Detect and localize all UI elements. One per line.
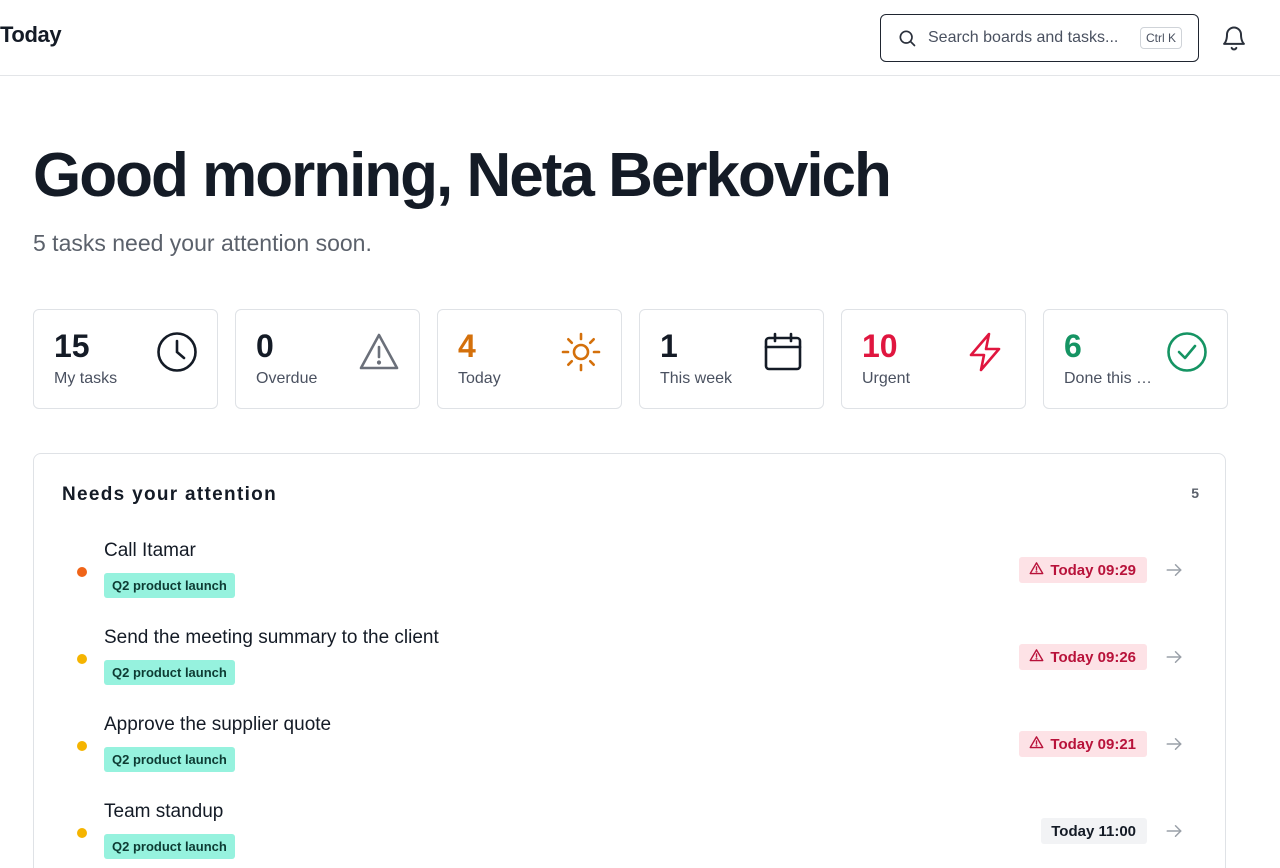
task-row[interactable]: Call Itamar Q2 product launch Today 09:2… [34, 540, 1227, 627]
stat-label: Urgent [862, 370, 911, 387]
attention-count: 5 [1191, 485, 1199, 501]
warning-icon [1029, 735, 1044, 754]
board-tag: Q2 product launch [104, 660, 235, 685]
task-row[interactable]: Approve the supplier quote Q2 product la… [34, 714, 1227, 801]
greeting-title: Good morning, Neta Berkovich [33, 141, 892, 210]
stat-label: This week [660, 370, 733, 387]
warning-icon [357, 330, 401, 374]
due-badge: Today 11:00 [1041, 818, 1147, 844]
check-circle-icon [1165, 330, 1209, 374]
task-row[interactable]: Send the meeting summary to the client Q… [34, 627, 1227, 714]
calendar-icon [761, 330, 805, 374]
stat-label: Overdue [256, 370, 318, 387]
stat-value: 0 [256, 328, 274, 364]
stat-card-my-tasks[interactable]: 15 My tasks [33, 309, 218, 409]
arrow-right-icon[interactable] [1165, 735, 1183, 753]
stat-label: Today [458, 370, 501, 387]
sun-icon [559, 330, 603, 374]
due-badge: Today 09:26 [1019, 644, 1147, 670]
stat-card-today[interactable]: 4 Today [437, 309, 622, 409]
priority-dot [77, 828, 87, 838]
warning-icon [1029, 648, 1044, 667]
stat-value: 6 [1064, 328, 1082, 364]
priority-dot [77, 741, 87, 751]
task-row[interactable]: Team standup Q2 product launch Today 11:… [34, 801, 1227, 868]
stat-card-done-this-week[interactable]: 6 Done this week [1043, 309, 1228, 409]
due-time: Today 09:26 [1050, 648, 1136, 666]
task-title: Call Itamar [104, 540, 196, 561]
priority-dot [77, 567, 87, 577]
warning-icon [1029, 561, 1044, 580]
stat-value: 1 [660, 328, 678, 364]
stat-value: 4 [458, 328, 476, 364]
page-title: Today [0, 22, 62, 47]
search-shortcut-badge: Ctrl K [1140, 27, 1182, 49]
stat-value: 15 [54, 328, 90, 364]
board-tag: Q2 product launch [104, 573, 235, 598]
due-badge: Today 09:21 [1019, 731, 1147, 757]
task-title: Approve the supplier quote [104, 714, 332, 735]
stat-card-overdue[interactable]: 0 Overdue [235, 309, 420, 409]
board-tag: Q2 product launch [104, 747, 235, 772]
priority-dot [77, 654, 87, 664]
greeting-subtitle: 5 tasks need your attention soon. [33, 230, 372, 256]
attention-title: Needs your attention [62, 484, 277, 505]
stat-label: Done this week [1064, 370, 1160, 387]
arrow-right-icon[interactable] [1165, 561, 1183, 579]
due-time: Today 11:00 [1051, 822, 1136, 840]
stat-card-urgent[interactable]: 10 Urgent [841, 309, 1026, 409]
stat-cards: 15 My tasks 0 Overdue 4 Today 1 This wee… [33, 309, 1228, 409]
search-box[interactable]: Ctrl K [880, 14, 1199, 62]
board-tag: Q2 product launch [104, 834, 235, 859]
notifications-bell-icon[interactable] [1220, 24, 1248, 52]
search-icon [897, 27, 919, 49]
stat-label: My tasks [54, 370, 118, 387]
top-bar: Today Ctrl K [0, 0, 1280, 76]
arrow-right-icon[interactable] [1165, 822, 1183, 840]
clock-icon [155, 330, 199, 374]
stat-value: 10 [862, 328, 898, 364]
due-time: Today 09:29 [1050, 561, 1136, 579]
arrow-right-icon[interactable] [1165, 648, 1183, 666]
due-badge: Today 09:29 [1019, 557, 1147, 583]
due-time: Today 09:21 [1050, 735, 1136, 753]
stat-card-this-week[interactable]: 1 This week [639, 309, 824, 409]
lightning-icon [963, 330, 1007, 374]
task-title: Send the meeting summary to the client [104, 627, 439, 648]
task-title: Team standup [104, 801, 224, 822]
attention-panel: Needs your attention 5 Call Itamar Q2 pr… [33, 453, 1226, 868]
search-input[interactable] [928, 29, 1128, 47]
